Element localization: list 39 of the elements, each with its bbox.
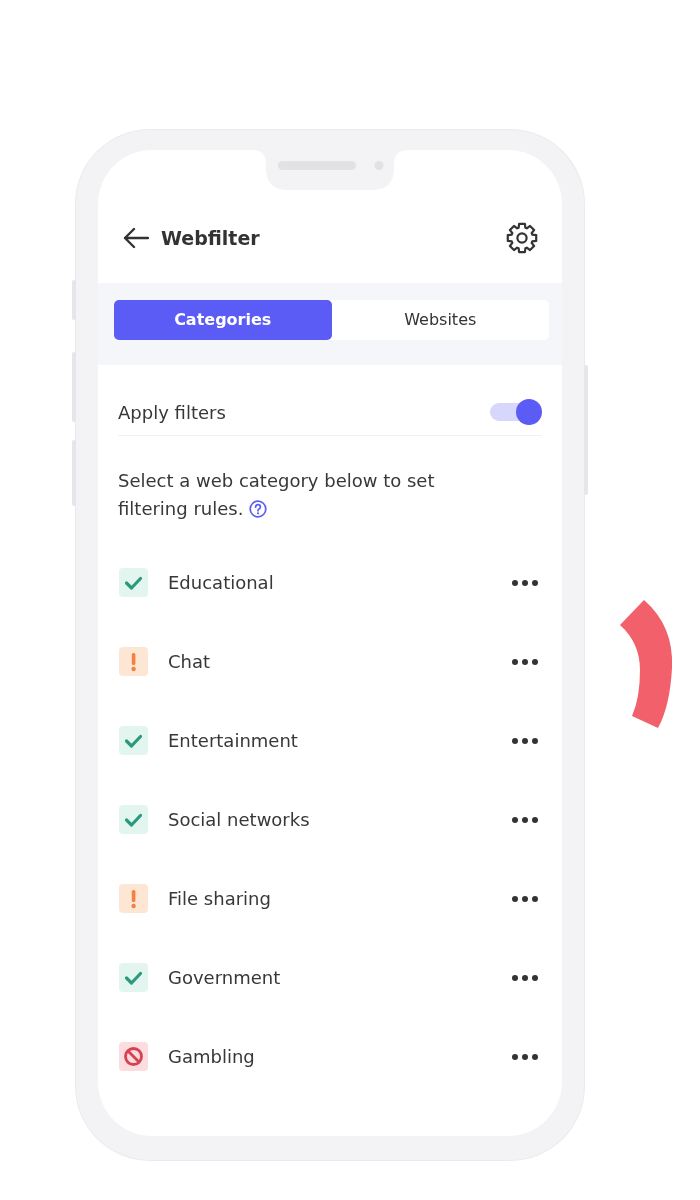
category-name[interactable]: Entertainment <box>168 727 512 754</box>
toggle-switch[interactable] <box>490 399 542 425</box>
more-button[interactable] <box>512 737 538 744</box>
more-icon <box>512 895 538 902</box>
category-name[interactable]: File sharing <box>168 885 512 912</box>
category-name[interactable]: Educational <box>168 569 512 596</box>
back-button[interactable] <box>123 227 149 249</box>
more-icon <box>512 737 538 744</box>
more-icon <box>512 816 538 823</box>
more-icon <box>512 579 538 586</box>
category-name[interactable]: Chat <box>168 648 512 675</box>
help-icon[interactable] <box>249 500 268 518</box>
blocked-icon <box>119 1042 148 1071</box>
more-button[interactable] <box>512 579 538 586</box>
check-icon <box>119 568 148 597</box>
settings-button[interactable] <box>506 222 538 254</box>
more-icon <box>512 658 538 665</box>
more-icon <box>512 974 538 981</box>
exclamation-icon <box>119 884 148 913</box>
more-button[interactable] <box>512 816 538 823</box>
setting-label: Apply filters <box>118 400 226 425</box>
category-name[interactable]: Gambling <box>168 1043 512 1070</box>
more-button[interactable] <box>512 974 538 981</box>
exclamation-icon <box>119 647 148 676</box>
tab[interactable]: Websites <box>331 300 549 340</box>
more-icon <box>512 1053 538 1060</box>
tab[interactable]: Categories <box>114 300 332 340</box>
category-name[interactable]: Social networks <box>168 806 512 833</box>
category-name[interactable]: Government <box>168 964 512 991</box>
settings-icon <box>506 222 538 254</box>
check-icon <box>119 963 148 992</box>
back-arrow-icon <box>123 227 149 249</box>
more-button[interactable] <box>512 658 538 665</box>
check-icon <box>119 805 148 834</box>
screen-title: Webfilter <box>161 226 260 250</box>
description-text: Select a web category below to set filtering rules. <box>118 469 436 521</box>
more-button[interactable] <box>512 1053 538 1060</box>
check-icon <box>119 726 148 755</box>
more-button[interactable] <box>512 895 538 902</box>
